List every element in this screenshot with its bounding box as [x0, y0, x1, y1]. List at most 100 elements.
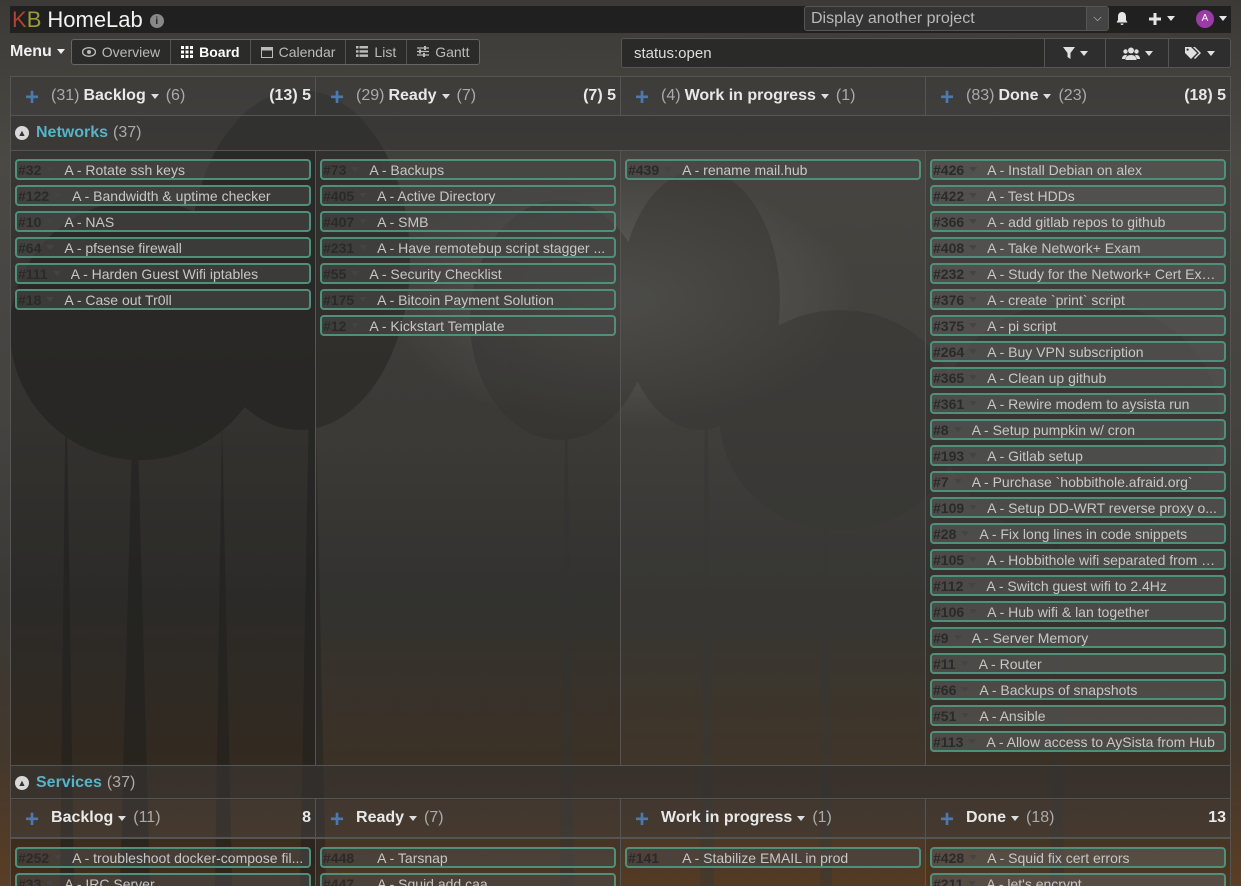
task-card[interactable]: #252 A - troubleshoot docker-compose fil.… [15, 847, 311, 868]
task-id-dropdown[interactable]: #55 [323, 266, 360, 282]
task-title[interactable]: A - Router [979, 656, 1046, 672]
task-id-dropdown[interactable]: #428 [933, 850, 978, 866]
task-id-dropdown[interactable]: #365 [933, 370, 978, 386]
task-id-dropdown[interactable]: #109 [933, 500, 978, 516]
project-selector[interactable]: Display another project ⌵ [804, 6, 1109, 31]
collapse-chevron-up-icon[interactable]: ▲ [15, 776, 29, 790]
add-task-plus-icon[interactable]: + [940, 808, 954, 832]
task-card[interactable]: #105 A - Hobbithole wifi separated from e… [930, 549, 1226, 570]
task-card[interactable]: #365 A - Clean up github [930, 367, 1226, 388]
task-id-dropdown[interactable]: #375 [933, 318, 978, 334]
task-card[interactable]: #439 A - rename mail.hub [625, 159, 921, 180]
task-title[interactable]: A - Ansible [979, 708, 1049, 724]
task-title[interactable]: A - IRC Server [64, 876, 158, 886]
task-card[interactable]: #64 A - pfsense firewall [15, 237, 311, 258]
task-id-dropdown[interactable]: #211 [933, 876, 977, 886]
task-title[interactable]: A - Switch guest wifi to 2.4Hz [986, 578, 1171, 594]
task-card[interactable]: #109 A - Setup DD-WRT reverse proxy o... [930, 497, 1226, 518]
task-title[interactable]: A - Case out Tr0ll [64, 292, 175, 308]
task-card[interactable]: #7 A - Purchase `hobbithole.afraid.org` [930, 471, 1226, 492]
task-title[interactable]: A - NAS [64, 214, 118, 230]
task-title[interactable]: A - troubleshoot docker-compose fil... [72, 850, 307, 866]
view-overview-tab[interactable]: Overview [71, 39, 172, 64]
task-id-dropdown[interactable]: #73 [323, 162, 360, 178]
task-id-dropdown[interactable]: #105 [933, 552, 978, 568]
task-id-dropdown[interactable]: #193 [933, 448, 978, 464]
task-id-dropdown[interactable]: #10 [18, 214, 55, 230]
task-id-dropdown[interactable]: #33 [18, 876, 55, 886]
task-id-dropdown[interactable]: #11 [933, 656, 969, 672]
task-title[interactable]: A - Active Directory [377, 188, 499, 204]
task-card[interactable]: #55 A - Security Checklist [320, 263, 616, 284]
plus-dropdown-button[interactable] [1148, 6, 1175, 31]
caret-down-icon[interactable] [1011, 815, 1020, 821]
tags-dropdown-button[interactable] [1168, 39, 1230, 67]
task-id-dropdown[interactable]: #447 [323, 876, 368, 886]
add-task-plus-icon[interactable]: + [25, 86, 39, 110]
task-id-dropdown[interactable]: #112 [933, 578, 977, 594]
task-card[interactable]: #175 A - Bitcoin Payment Solution [320, 289, 616, 310]
column-title[interactable]: Backlog [83, 87, 145, 105]
add-task-plus-icon[interactable]: + [635, 86, 649, 110]
task-title[interactable]: A - Security Checklist [369, 266, 505, 282]
task-card[interactable]: #366 A - add gitlab repos to github [930, 211, 1226, 232]
task-title[interactable]: A - Server Memory [972, 630, 1093, 646]
task-card[interactable]: #231 A - Have remotebup script stagger ..… [320, 237, 616, 258]
task-id-dropdown[interactable]: #18 [18, 292, 55, 308]
task-id-dropdown[interactable]: #9 [933, 630, 962, 646]
task-id-dropdown[interactable]: #439 [628, 162, 673, 178]
bell-icon[interactable] [1114, 6, 1130, 31]
column-title[interactable]: Ready [356, 809, 404, 827]
caret-down-icon[interactable] [820, 93, 829, 99]
task-card[interactable]: #264 A - Buy VPN subscription [930, 341, 1226, 362]
caret-down-icon[interactable] [409, 815, 418, 821]
task-title[interactable]: A - Backups [369, 162, 448, 178]
caret-down-icon[interactable] [1043, 93, 1052, 99]
task-id-dropdown[interactable]: #232 [933, 266, 978, 282]
task-id-dropdown[interactable]: #141 [628, 850, 673, 866]
task-card[interactable]: #8 A - Setup pumpkin w/ cron [930, 419, 1226, 440]
task-id-dropdown[interactable]: #12 [323, 318, 360, 334]
task-title[interactable]: A - Harden Guest Wifi iptables [71, 266, 263, 282]
task-card[interactable]: #112 A - Switch guest wifi to 2.4Hz [930, 575, 1226, 596]
column-title[interactable]: Ready [388, 87, 436, 105]
task-card[interactable]: #28 A - Fix long lines in code snippets [930, 523, 1226, 544]
task-id-dropdown[interactable]: #405 [323, 188, 368, 204]
task-title[interactable]: A - pfsense firewall [64, 240, 186, 256]
task-title[interactable]: A - Allow access to AySista from Hub [986, 734, 1219, 750]
add-task-plus-icon[interactable]: + [25, 808, 39, 832]
user-menu-button[interactable]: A [1196, 6, 1227, 31]
task-id-dropdown[interactable]: #408 [933, 240, 978, 256]
task-id-dropdown[interactable]: #361 [933, 396, 978, 412]
task-card[interactable]: #428 A - Squid fix cert errors [930, 847, 1226, 868]
task-title[interactable]: A - Tarsnap [377, 850, 452, 866]
task-title[interactable]: A - Have remotebup script stagger ... [377, 240, 609, 256]
task-title[interactable]: A - Fix long lines in code snippets [979, 526, 1191, 542]
task-id-dropdown[interactable]: #407 [323, 214, 368, 230]
task-title[interactable]: A - Buy VPN subscription [987, 344, 1147, 360]
task-title[interactable]: A - add gitlab repos to github [987, 214, 1169, 230]
task-id-dropdown[interactable]: #106 [933, 604, 978, 620]
task-id-dropdown[interactable]: #175 [323, 292, 368, 308]
task-id-dropdown[interactable]: #28 [933, 526, 970, 542]
task-card[interactable]: #12 A - Kickstart Template [320, 315, 616, 336]
task-id-dropdown[interactable]: #8 [933, 422, 962, 438]
task-title[interactable]: A - Study for the Network+ Cert Exam [987, 266, 1224, 282]
task-title[interactable]: A - create `print` script [987, 292, 1129, 308]
task-id-dropdown[interactable]: #252 [18, 850, 63, 866]
task-card[interactable]: #32 A - Rotate ssh keys [15, 159, 311, 180]
info-icon[interactable]: i [149, 14, 164, 28]
task-card[interactable]: #141 A - Stabilize EMAIL in prod [625, 847, 921, 868]
task-title[interactable]: A - Setup DD-WRT reverse proxy o... [987, 500, 1221, 516]
task-card[interactable]: #408 A - Take Network+ Exam [930, 237, 1226, 258]
view-list-tab[interactable]: List [346, 39, 408, 64]
task-title[interactable]: A - Take Network+ Exam [987, 240, 1144, 256]
task-id-dropdown[interactable]: #122 [18, 188, 63, 204]
task-card[interactable]: #405 A - Active Directory [320, 185, 616, 206]
task-card[interactable]: #232 A - Study for the Network+ Cert Exam [930, 263, 1226, 284]
task-card[interactable]: #122 A - Bandwidth & uptime checker [15, 185, 311, 206]
task-id-dropdown[interactable]: #32 [18, 162, 55, 178]
column-title[interactable]: Backlog [51, 809, 113, 827]
task-card[interactable]: #66 A - Backups of snapshots [930, 679, 1226, 700]
task-id-dropdown[interactable]: #113 [933, 734, 977, 750]
